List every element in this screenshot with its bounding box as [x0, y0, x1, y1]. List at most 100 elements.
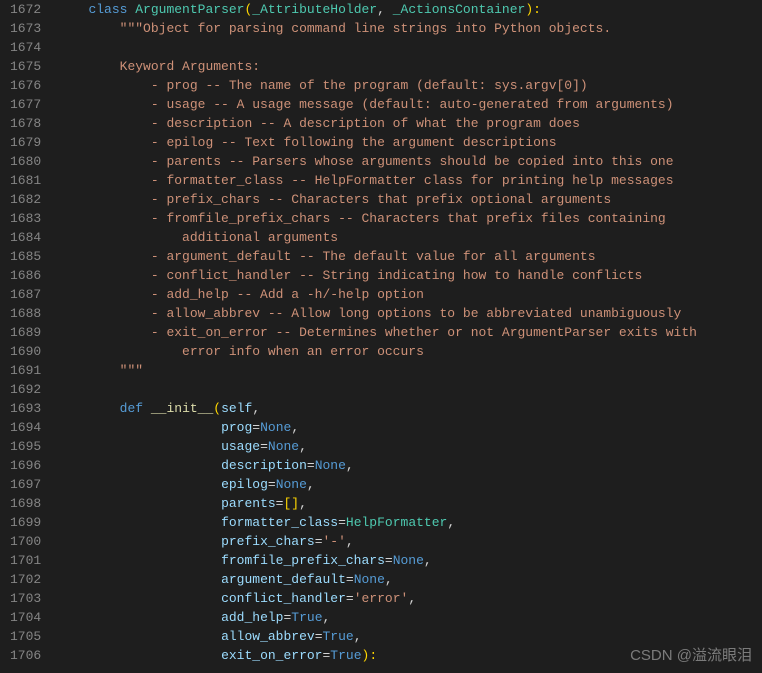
token [213, 648, 221, 663]
token: , [307, 477, 315, 492]
code-line[interactable]: prog=None, [57, 418, 754, 437]
code-line[interactable]: - formatter_class -- HelpFormatter class… [57, 171, 754, 190]
line-number: 1680 [10, 152, 41, 171]
code-line[interactable]: fromfile_prefix_chars=None, [57, 551, 754, 570]
token: None [315, 458, 346, 473]
code-line[interactable]: - epilog -- Text following the argument … [57, 133, 754, 152]
token: argument_default [221, 572, 346, 587]
token: allow_abbrev [221, 629, 315, 644]
line-number: 1690 [10, 342, 41, 361]
line-number: 1705 [10, 627, 41, 646]
token: None [393, 553, 424, 568]
token [213, 534, 221, 549]
token: conflict_handler [221, 591, 346, 606]
code-line[interactable]: """ [57, 361, 754, 380]
token: - add_help -- Add a -h/-help option [151, 287, 424, 302]
line-number-gutter: 1672167316741675167616771678167916801681… [0, 0, 57, 673]
line-number: 1691 [10, 361, 41, 380]
token: None [260, 420, 291, 435]
token: , [385, 572, 393, 587]
token: - prog -- The name of the program (defau… [151, 78, 588, 93]
code-line[interactable]: - exit_on_error -- Determines whether or… [57, 323, 754, 342]
token: exit_on_error [221, 648, 322, 663]
line-number: 1696 [10, 456, 41, 475]
code-line[interactable]: - add_help -- Add a -h/-help option [57, 285, 754, 304]
token: , [346, 458, 354, 473]
token: """ [120, 363, 143, 378]
token: - formatter_class -- HelpFormatter class… [151, 173, 674, 188]
line-number: 1699 [10, 513, 41, 532]
token: None [268, 439, 299, 454]
code-line[interactable]: Keyword Arguments: [57, 57, 754, 76]
token: - allow_abbrev -- Allow long options to … [151, 306, 682, 321]
code-line[interactable]: argument_default=None, [57, 570, 754, 589]
token: ( [213, 401, 221, 416]
token: Keyword Arguments: [120, 59, 260, 74]
token: = [385, 553, 393, 568]
token: additional arguments [182, 230, 338, 245]
token [213, 439, 221, 454]
code-line[interactable]: - prefix_chars -- Characters that prefix… [57, 190, 754, 209]
code-line[interactable]: - fromfile_prefix_chars -- Characters th… [57, 209, 754, 228]
token: = [315, 534, 323, 549]
line-number: 1694 [10, 418, 41, 437]
code-line[interactable]: conflict_handler='error', [57, 589, 754, 608]
code-line[interactable]: formatter_class=HelpFormatter, [57, 513, 754, 532]
token: - exit_on_error -- Determines whether or… [151, 325, 697, 340]
code-line[interactable]: - argument_default -- The default value … [57, 247, 754, 266]
line-number: 1682 [10, 190, 41, 209]
line-number: 1679 [10, 133, 41, 152]
line-number: 1685 [10, 247, 41, 266]
token [213, 591, 221, 606]
token: add_help [221, 610, 283, 625]
token: _ActionsContainer [393, 2, 526, 17]
token [213, 572, 221, 587]
code-line[interactable]: - conflict_handler -- String indicating … [57, 266, 754, 285]
token: formatter_class [221, 515, 338, 530]
code-line[interactable]: class ArgumentParser(_AttributeHolder, _… [57, 0, 754, 19]
token: = [268, 477, 276, 492]
code-line[interactable]: epilog=None, [57, 475, 754, 494]
code-line[interactable]: - allow_abbrev -- Allow long options to … [57, 304, 754, 323]
token: = [346, 591, 354, 606]
token: - argument_default -- The default value … [151, 249, 596, 264]
code-line[interactable] [57, 380, 754, 399]
token: , [447, 515, 455, 530]
token: parents [221, 496, 276, 511]
code-line[interactable]: prefix_chars='-', [57, 532, 754, 551]
token: prog [221, 420, 252, 435]
line-number: 1673 [10, 19, 41, 38]
code-line[interactable]: - usage -- A usage message (default: aut… [57, 95, 754, 114]
line-number: 1676 [10, 76, 41, 95]
line-number: 1700 [10, 532, 41, 551]
code-line[interactable]: description=None, [57, 456, 754, 475]
line-number: 1672 [10, 0, 41, 19]
line-number: 1684 [10, 228, 41, 247]
line-number: 1706 [10, 646, 41, 665]
token [213, 610, 221, 625]
token: - conflict_handler -- String indicating … [151, 268, 642, 283]
code-line[interactable]: """Object for parsing command line strin… [57, 19, 754, 38]
code-content[interactable]: class ArgumentParser(_AttributeHolder, _… [57, 0, 762, 673]
token: ArgumentParser [135, 2, 244, 17]
token: epilog [221, 477, 268, 492]
code-line[interactable]: allow_abbrev=True, [57, 627, 754, 646]
code-line[interactable]: exit_on_error=True): [57, 646, 754, 665]
code-line[interactable]: - parents -- Parsers whose arguments sho… [57, 152, 754, 171]
token: """Object for parsing command line strin… [120, 21, 611, 36]
code-line[interactable]: def __init__(self, [57, 399, 754, 418]
token: - usage -- A usage message (default: aut… [151, 97, 674, 112]
token: , [299, 439, 307, 454]
code-line[interactable]: add_help=True, [57, 608, 754, 627]
code-line[interactable]: error info when an error occurs [57, 342, 754, 361]
code-line[interactable]: usage=None, [57, 437, 754, 456]
code-line[interactable] [57, 38, 754, 57]
code-line[interactable]: - prog -- The name of the program (defau… [57, 76, 754, 95]
code-editor[interactable]: 1672167316741675167616771678167916801681… [0, 0, 762, 673]
code-line[interactable]: additional arguments [57, 228, 754, 247]
line-number: 1698 [10, 494, 41, 513]
code-line[interactable]: - description -- A description of what t… [57, 114, 754, 133]
code-line[interactable]: parents=[], [57, 494, 754, 513]
line-number: 1701 [10, 551, 41, 570]
token: = [260, 439, 268, 454]
